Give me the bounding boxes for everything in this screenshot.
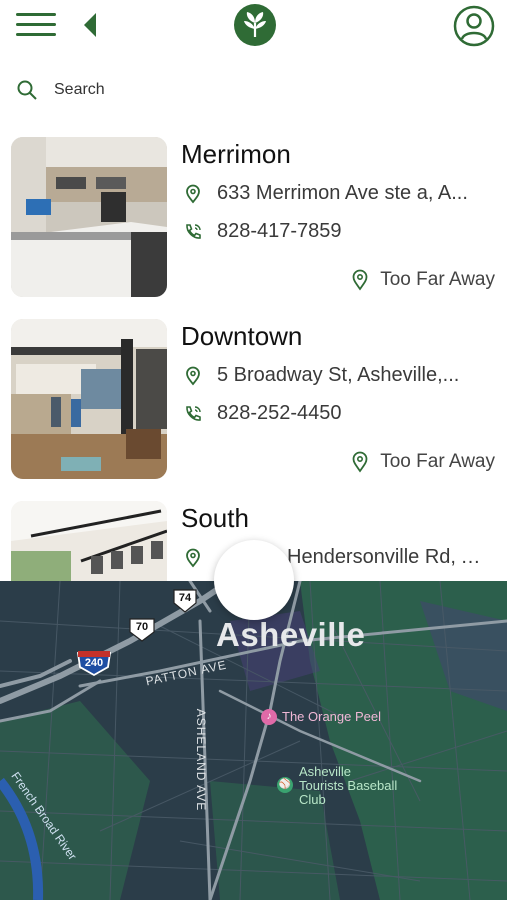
search-input[interactable]: Search [54, 81, 105, 99]
address-row[interactable]: 5 Broadway St, Asheville,... [183, 364, 459, 387]
location-card[interactable]: Merrimon 633 Merrimon Ave ste a, A... 82… [11, 137, 501, 299]
location-pin-icon [352, 269, 368, 291]
search-icon [17, 80, 37, 100]
distance-status: Too Far Away [350, 269, 495, 291]
app-header [0, 0, 507, 60]
location-name: Merrimon [181, 139, 291, 169]
back-arrow-icon[interactable] [82, 11, 102, 39]
user-profile-icon[interactable] [453, 5, 495, 47]
phone-row[interactable]: 828-252-4450 [183, 402, 342, 425]
location-name: South [181, 503, 249, 533]
location-pin-icon [186, 548, 200, 567]
location-name: Downtown [181, 321, 303, 351]
phone-icon [186, 405, 201, 421]
phone-icon [186, 223, 201, 239]
address-text: 633 Merrimon Ave ste a, A... [217, 182, 468, 204]
map-drag-handle[interactable] [214, 540, 294, 620]
location-pin-icon [352, 451, 368, 473]
highway-shield-label: 70 [135, 621, 149, 633]
distance-status: Too Far Away [350, 451, 495, 473]
map-road-label: ASHELAND AVE [194, 708, 209, 812]
map-view[interactable]: 74 70 240 Asheville PATTON AVE ASHELAND … [0, 581, 507, 900]
address-text: 5 Broadway St, Asheville,... [217, 364, 460, 386]
leaf-logo-icon[interactable] [233, 3, 277, 47]
location-photo [11, 501, 167, 581]
music-venue-icon[interactable]: ♪ [261, 709, 277, 725]
phone-row[interactable]: 828-417-7859 [183, 220, 342, 243]
interstate-shield-label: 240 [84, 657, 104, 669]
phone-text: 828-417-7859 [217, 220, 342, 242]
hamburger-menu-icon[interactable] [16, 10, 56, 40]
location-photo [11, 319, 167, 479]
address-row[interactable]: 633 Merrimon Ave ste a, A... [183, 182, 468, 205]
map-poi-label[interactable]: Asheville Tourists Baseball Club [299, 765, 399, 807]
location-photo [11, 137, 167, 297]
distance-status-text: Too Far Away [380, 451, 495, 472]
phone-text: 828-252-4450 [217, 402, 342, 424]
search-bar[interactable]: Search [16, 76, 316, 104]
highway-shield-label: 74 [178, 592, 192, 604]
map-poi-label[interactable]: The Orange Peel [282, 709, 381, 724]
location-pin-icon [186, 366, 200, 385]
address-text: Hendersonville Rd, A... [287, 546, 487, 568]
stadium-icon[interactable]: ⚾ [277, 777, 293, 793]
map-city-label: Asheville [216, 616, 366, 653]
location-pin-icon [186, 184, 200, 203]
location-card[interactable]: Downtown 5 Broadway St, Asheville,... 82… [11, 319, 501, 481]
distance-status-text: Too Far Away [380, 269, 495, 290]
